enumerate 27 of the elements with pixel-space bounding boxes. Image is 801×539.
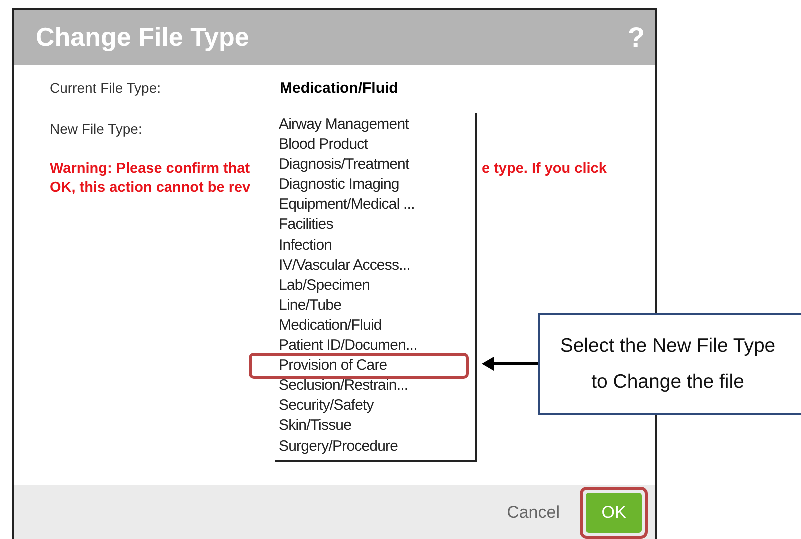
field-value: Medication/Fluid (280, 80, 400, 96)
warning-text: e type. If you click (482, 160, 607, 179)
field-label: Current File Type: (50, 80, 162, 96)
list-item[interactable]: Surgery/Procedure (275, 436, 398, 457)
list-item[interactable]: Patient ID/Documen... (275, 336, 418, 356)
list-item[interactable]: Medication/Fluid (275, 316, 382, 336)
list-item[interactable]: Provision of Care (275, 356, 388, 376)
warning-text: OK, this action cannot be rev (50, 179, 251, 198)
warning-text: Warning: Please confirm that (50, 160, 250, 179)
field-label: New File Type: (50, 121, 144, 137)
list-item[interactable]: Lab/Specimen (275, 276, 370, 296)
list-item[interactable]: Line/Tube (275, 296, 342, 316)
list-item[interactable]: Diagnostic Imaging (275, 175, 400, 196)
list-item[interactable]: Facilities (275, 215, 334, 236)
list-item[interactable]: Diagnosis/Treatment (275, 155, 410, 176)
list-item[interactable]: IV/Vascular Access... (275, 256, 410, 276)
pointer-arrow (482, 357, 538, 371)
list-item[interactable]: Blood Product (275, 135, 368, 156)
list-item[interactable]: Airway Management (275, 115, 409, 136)
list-item[interactable]: Seclusion/Restrain... (275, 376, 408, 396)
dialog-title: Change File Type (36, 22, 250, 53)
callout-text: Select the New File Type to Change the file (559, 334, 777, 395)
list-item[interactable]: Infection (275, 236, 332, 256)
list-item[interactable]: Security/Safety (275, 396, 374, 416)
cancel-button[interactable]: Cancel (507, 503, 560, 523)
list-item[interactable]: Skin/Tissue (275, 416, 352, 436)
list-item[interactable]: Equipment/Medical ... (275, 195, 415, 216)
